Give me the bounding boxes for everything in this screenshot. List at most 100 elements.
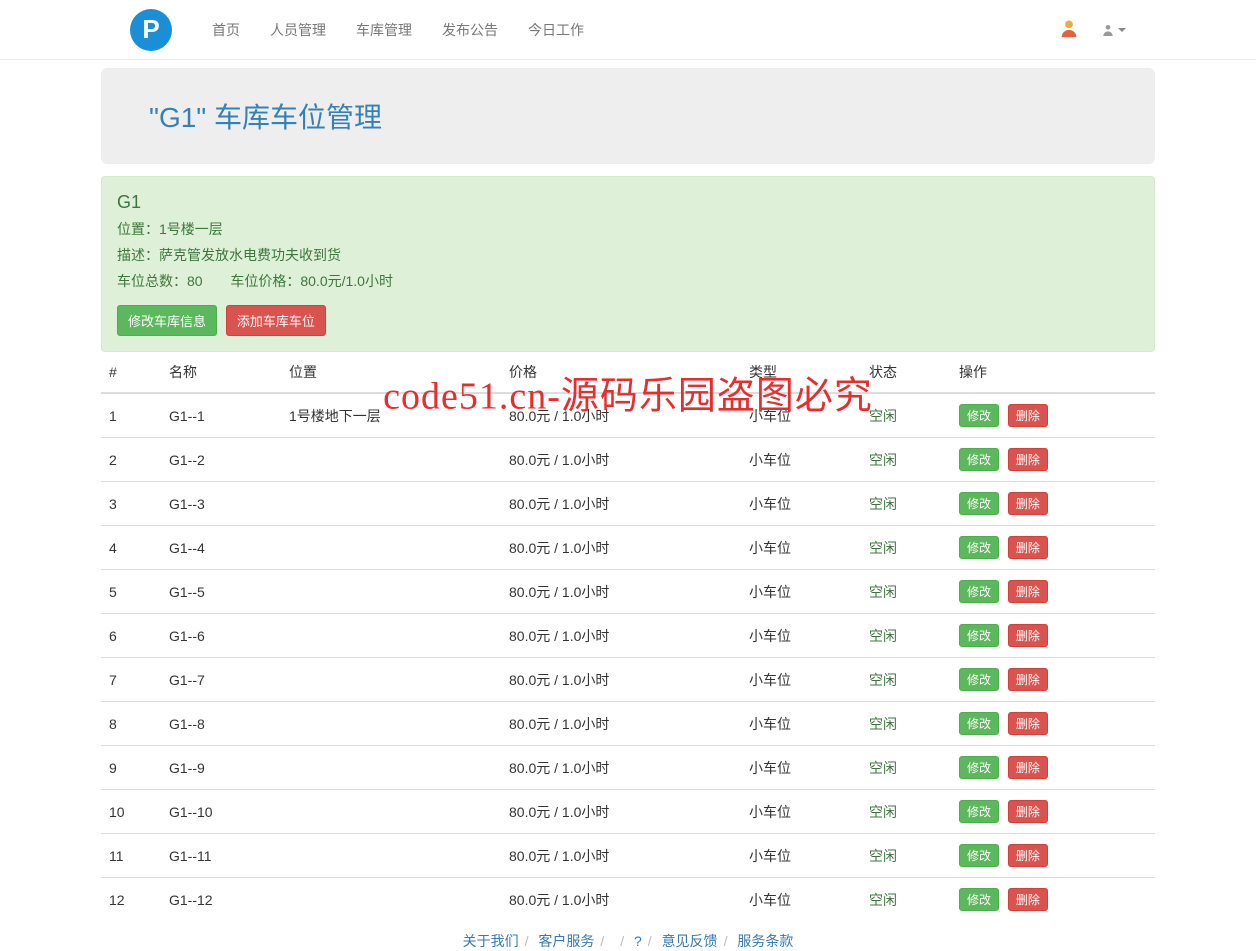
cell-price: 80.0元 / 1.0小时 (501, 570, 741, 614)
cell-actions: 修改 删除 (951, 702, 1155, 746)
add-slot-button[interactable]: 添加车库车位 (226, 305, 326, 336)
delete-row-button[interactable]: 删除 (1008, 580, 1048, 603)
edit-row-button[interactable]: 修改 (959, 624, 999, 647)
chevron-down-icon (1118, 28, 1126, 32)
footer-help[interactable]: ? (634, 933, 642, 949)
cell-id: 11 (101, 834, 161, 878)
footer: 关于我们/ 客户服务/ / ?/ 意见反馈/ 服务条款 (0, 921, 1256, 951)
cell-id: 2 (101, 438, 161, 482)
edit-row-button[interactable]: 修改 (959, 712, 999, 735)
table-row: 12G1--1280.0元 / 1.0小时小车位空闲修改 删除 (101, 878, 1155, 922)
delete-row-button[interactable]: 删除 (1008, 404, 1048, 427)
delete-row-button[interactable]: 删除 (1008, 888, 1048, 911)
parking-slot-table: # 名称 位置 价格 类型 状态 操作 1G1--11号楼地下一层80.0元 /… (101, 352, 1155, 921)
logo-icon[interactable]: P (130, 9, 172, 51)
cell-type: 小车位 (741, 614, 861, 658)
garage-desc-line: 描述：萨克管发放水电费功夫收到货 (117, 245, 1139, 265)
cell-type: 小车位 (741, 438, 861, 482)
footer-terms[interactable]: 服务条款 (737, 933, 793, 949)
cell-status: 空闲 (861, 878, 951, 922)
cell-status: 空闲 (861, 658, 951, 702)
cell-price: 80.0元 / 1.0小时 (501, 790, 741, 834)
footer-about[interactable]: 关于我们 (463, 933, 519, 949)
table-row: 10G1--1080.0元 / 1.0小时小车位空闲修改 删除 (101, 790, 1155, 834)
footer-service[interactable]: 客户服务 (538, 933, 594, 949)
cell-price: 80.0元 / 1.0小时 (501, 658, 741, 702)
cell-name: G1--7 (161, 658, 281, 702)
edit-row-button[interactable]: 修改 (959, 668, 999, 691)
nav-notice[interactable]: 发布公告 (442, 20, 498, 40)
cell-status: 空闲 (861, 614, 951, 658)
cell-price: 80.0元 / 1.0小时 (501, 834, 741, 878)
delete-row-button[interactable]: 删除 (1008, 624, 1048, 647)
table-row: 7G1--780.0元 / 1.0小时小车位空闲修改 删除 (101, 658, 1155, 702)
edit-row-button[interactable]: 修改 (959, 800, 999, 823)
cell-location (281, 526, 501, 570)
edit-row-button[interactable]: 修改 (959, 888, 999, 911)
cell-type: 小车位 (741, 790, 861, 834)
nav-staff[interactable]: 人员管理 (270, 20, 326, 40)
table-row: 11G1--1180.0元 / 1.0小时小车位空闲修改 删除 (101, 834, 1155, 878)
cell-name: G1--6 (161, 614, 281, 658)
cell-id: 12 (101, 878, 161, 922)
edit-row-button[interactable]: 修改 (959, 448, 999, 471)
table-header-row: # 名称 位置 价格 类型 状态 操作 (101, 352, 1155, 393)
header-actions: 操作 (951, 352, 1155, 393)
edit-row-button[interactable]: 修改 (959, 580, 999, 603)
cell-location (281, 702, 501, 746)
nav-today[interactable]: 今日工作 (528, 20, 584, 40)
delete-row-button[interactable]: 删除 (1008, 712, 1048, 735)
edit-garage-button[interactable]: 修改车库信息 (117, 305, 217, 336)
delete-row-button[interactable]: 删除 (1008, 756, 1048, 779)
cell-id: 8 (101, 702, 161, 746)
user-icon[interactable] (1058, 17, 1080, 42)
cell-price: 80.0元 / 1.0小时 (501, 878, 741, 922)
cell-actions: 修改 删除 (951, 393, 1155, 438)
footer-feedback[interactable]: 意见反馈 (662, 933, 718, 949)
cell-id: 4 (101, 526, 161, 570)
cell-price: 80.0元 / 1.0小时 (501, 702, 741, 746)
edit-row-button[interactable]: 修改 (959, 844, 999, 867)
cell-actions: 修改 删除 (951, 834, 1155, 878)
settings-dropdown[interactable] (1100, 22, 1126, 38)
cell-status: 空闲 (861, 834, 951, 878)
cell-location (281, 834, 501, 878)
page-title: "G1" 车库车位管理 (149, 96, 1107, 136)
delete-row-button[interactable]: 删除 (1008, 492, 1048, 515)
edit-row-button[interactable]: 修改 (959, 492, 999, 515)
cell-price: 80.0元 / 1.0小时 (501, 393, 741, 438)
nav-home[interactable]: 首页 (212, 20, 240, 40)
table-row: 3G1--380.0元 / 1.0小时小车位空闲修改 删除 (101, 482, 1155, 526)
cell-location (281, 570, 501, 614)
edit-row-button[interactable]: 修改 (959, 404, 999, 427)
cell-location: 1号楼地下一层 (281, 393, 501, 438)
delete-row-button[interactable]: 删除 (1008, 844, 1048, 867)
navbar-right (1058, 17, 1126, 42)
cell-actions: 修改 删除 (951, 526, 1155, 570)
delete-row-button[interactable]: 删除 (1008, 448, 1048, 471)
edit-row-button[interactable]: 修改 (959, 756, 999, 779)
garage-info-panel: G1 位置：1号楼一层 描述：萨克管发放水电费功夫收到货 车位总数：80 车位价… (101, 176, 1155, 352)
edit-row-button[interactable]: 修改 (959, 536, 999, 559)
delete-row-button[interactable]: 删除 (1008, 668, 1048, 691)
cell-status: 空闲 (861, 702, 951, 746)
delete-row-button[interactable]: 删除 (1008, 800, 1048, 823)
nav-garage[interactable]: 车库管理 (356, 20, 412, 40)
delete-row-button[interactable]: 删除 (1008, 536, 1048, 559)
cell-location (281, 438, 501, 482)
cell-price: 80.0元 / 1.0小时 (501, 482, 741, 526)
header-type: 类型 (741, 352, 861, 393)
cell-name: G1--8 (161, 702, 281, 746)
cell-id: 5 (101, 570, 161, 614)
navbar: P 首页 人员管理 车库管理 发布公告 今日工作 (0, 0, 1256, 60)
cell-actions: 修改 删除 (951, 438, 1155, 482)
cell-id: 6 (101, 614, 161, 658)
cell-name: G1--2 (161, 438, 281, 482)
cell-name: G1--4 (161, 526, 281, 570)
page-header: "G1" 车库车位管理 (101, 68, 1155, 164)
cell-actions: 修改 删除 (951, 570, 1155, 614)
cell-name: G1--10 (161, 790, 281, 834)
cell-actions: 修改 删除 (951, 790, 1155, 834)
cell-name: G1--11 (161, 834, 281, 878)
cell-id: 7 (101, 658, 161, 702)
